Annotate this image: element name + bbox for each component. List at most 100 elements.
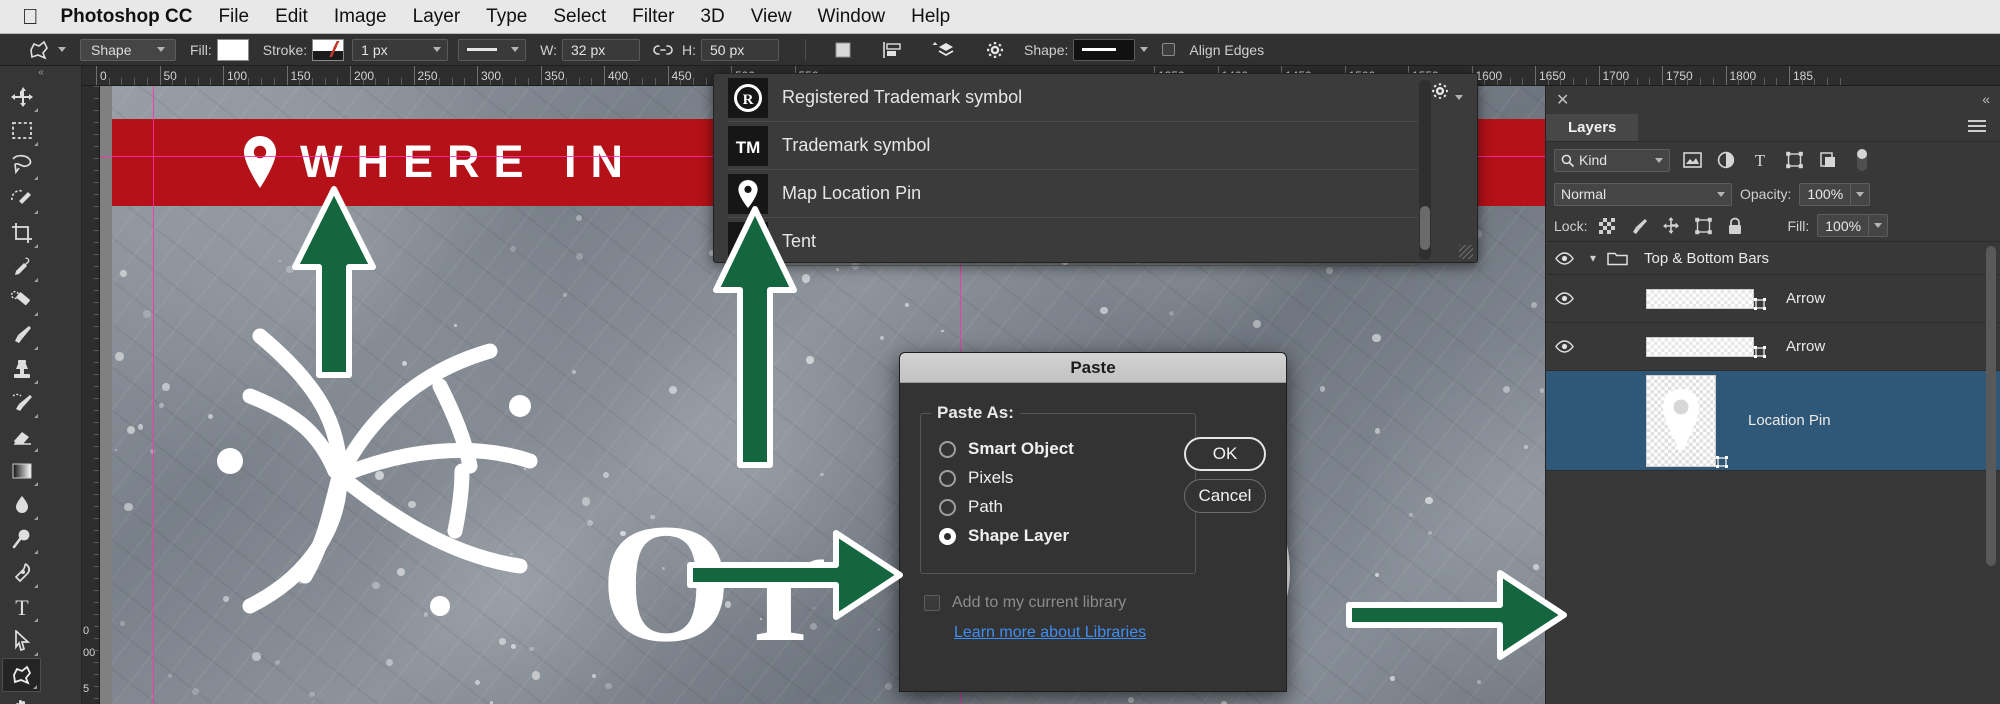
eraser-tool[interactable] — [2, 420, 41, 454]
horizontal-type-tool[interactable]: T — [2, 590, 41, 624]
stroke-swatch[interactable] — [312, 38, 345, 61]
move-tool[interactable] — [2, 80, 41, 114]
brush-tool[interactable] — [2, 318, 41, 352]
shape-filter-icon[interactable] — [1782, 149, 1806, 171]
tab-layers[interactable]: Layers — [1546, 114, 1639, 141]
spot-healing-brush-tool[interactable] — [2, 284, 41, 318]
collapse-panel-icon[interactable]: « — [1982, 91, 1990, 107]
panel-resize-grip[interactable] — [1459, 245, 1473, 259]
smart-object-radio[interactable] — [939, 440, 956, 458]
shape-item-tent[interactable]: Tent — [728, 218, 1418, 266]
panel-menu-icon[interactable] — [1968, 120, 1986, 135]
lock-artboard-icon[interactable] — [1691, 215, 1715, 237]
stroke-type-select[interactable] — [458, 38, 527, 61]
shape-mode-select[interactable]: Shape — [80, 38, 176, 61]
menu-edit[interactable]: Edit — [275, 6, 308, 28]
link-icon[interactable] — [650, 38, 676, 62]
radio-row-smart-object[interactable]: Smart Object — [939, 439, 1181, 459]
learn-more-about-libraries-link[interactable]: Learn more about Libraries — [954, 624, 1146, 642]
tools-panel-grip[interactable]: « — [0, 66, 81, 80]
fill-swatch[interactable] — [216, 38, 249, 61]
dodge-tool[interactable] — [2, 522, 41, 556]
shape-list[interactable]: R Registered Trademark symbol TM Tradema… — [728, 74, 1418, 267]
layer-visibility-toggle[interactable] — [1546, 251, 1582, 265]
table-row[interactable]: Arrow — [1546, 323, 2000, 371]
smart-object-filter-icon[interactable] — [1816, 149, 1840, 171]
layer-list[interactable]: ▾ Top & Bottom Bars Arrow Arrow Location… — [1546, 242, 2000, 660]
layer-visibility-toggle[interactable] — [1546, 340, 1582, 353]
custom-shape-tool-icon[interactable] — [24, 38, 54, 62]
gear-icon[interactable] — [1431, 82, 1463, 105]
lock-all-icon[interactable] — [1723, 215, 1747, 237]
add-to-library-checkbox[interactable] — [924, 595, 940, 611]
shape-preview-select[interactable] — [1073, 38, 1136, 61]
shape-layer-radio[interactable] — [939, 527, 956, 545]
group-expand-chevron-icon[interactable]: ▾ — [1582, 251, 1604, 265]
image-filter-icon[interactable] — [1680, 149, 1704, 171]
type-filter-icon[interactable]: T — [1748, 149, 1772, 171]
height-input[interactable]: 50 px — [701, 38, 779, 61]
shape-list-scroll-thumb[interactable] — [1420, 206, 1430, 250]
path-arrangement-icon[interactable] — [930, 38, 956, 62]
history-brush-tool[interactable] — [2, 386, 41, 420]
menu-layer[interactable]: Layer — [413, 6, 461, 28]
radio-row-pixels[interactable]: Pixels — [939, 468, 1181, 488]
shape-item-map-location-pin[interactable]: Map Location Pin — [728, 170, 1418, 218]
menu-select[interactable]: Select — [553, 6, 606, 28]
path-selection-tool[interactable] — [2, 624, 41, 658]
fill-field[interactable]: 100% — [1817, 214, 1889, 237]
table-row[interactable]: Location Pin — [1546, 371, 2000, 471]
eyedropper-tool[interactable] — [2, 250, 41, 284]
menu-window[interactable]: Window — [818, 6, 886, 28]
layer-visibility-toggle[interactable] — [1546, 292, 1582, 305]
layer-thumbnail[interactable] — [1646, 374, 1728, 468]
filter-toggle-switch[interactable] — [1850, 149, 1874, 171]
shape-item-registered-trademark[interactable]: R Registered Trademark symbol — [728, 74, 1418, 122]
add-to-library-row[interactable]: Add to my current library — [924, 594, 1266, 612]
layer-thumbnail[interactable] — [1646, 288, 1766, 310]
paste-dialog[interactable]: Paste Paste As: Smart Object Pixels Path — [899, 352, 1287, 692]
menu-type[interactable]: Type — [486, 6, 527, 28]
lock-transparent-pixels-icon[interactable] — [1595, 215, 1619, 237]
lasso-tool[interactable] — [2, 148, 41, 182]
adjustment-filter-icon[interactable] — [1714, 149, 1738, 171]
blend-mode-select[interactable]: Normal — [1554, 182, 1732, 206]
pen-tool[interactable] — [2, 556, 41, 590]
clone-stamp-tool[interactable] — [2, 352, 41, 386]
cancel-button[interactable]: Cancel — [1184, 479, 1266, 513]
radio-row-shape-layer[interactable]: Shape Layer — [939, 526, 1181, 546]
chevron-down-icon[interactable] — [1140, 47, 1149, 52]
pixels-radio[interactable] — [939, 469, 956, 487]
crop-tool[interactable] — [2, 216, 41, 250]
close-icon[interactable]: ✕ — [1556, 90, 1569, 110]
hand-tool[interactable] — [2, 692, 41, 704]
quick-selection-tool[interactable] — [2, 182, 41, 216]
custom-shape-picker-panel[interactable]: R Registered Trademark symbol TM Tradema… — [713, 73, 1478, 266]
lock-position-icon[interactable] — [1659, 215, 1683, 237]
tool-preset-caret-icon[interactable] — [58, 47, 66, 52]
layer-list-scrollbar[interactable] — [1986, 246, 1996, 566]
apple-icon[interactable]:  — [22, 5, 39, 28]
menu-app-name[interactable]: Photoshop CC — [61, 6, 193, 28]
table-row[interactable]: Arrow — [1546, 275, 2000, 323]
shape-item-trademark[interactable]: TM Trademark symbol — [728, 122, 1418, 170]
gradient-tool[interactable] — [2, 454, 41, 488]
radio-row-path[interactable]: Path — [939, 497, 1181, 517]
menu-file[interactable]: File — [218, 6, 249, 28]
shape-list-scrollbar[interactable] — [1419, 80, 1431, 260]
custom-shape-tool[interactable] — [2, 658, 41, 692]
menu-help[interactable]: Help — [911, 6, 950, 28]
menu-image[interactable]: Image — [334, 6, 387, 28]
layer-thumbnail[interactable] — [1646, 336, 1766, 358]
blur-tool[interactable] — [2, 488, 41, 522]
gear-icon[interactable] — [982, 38, 1008, 62]
menu-3d[interactable]: 3D — [700, 6, 724, 28]
table-row[interactable]: ▾ Top & Bottom Bars — [1546, 242, 2000, 275]
width-input[interactable]: 32 px — [562, 38, 640, 61]
rectangular-marquee-tool[interactable] — [2, 114, 41, 148]
ok-button[interactable]: OK — [1184, 437, 1266, 471]
vertical-ruler[interactable]: 0 00 5 — [82, 86, 100, 704]
menu-filter[interactable]: Filter — [632, 6, 674, 28]
stroke-width-select[interactable]: 1 px — [352, 38, 449, 61]
align-edges-checkbox[interactable] — [1162, 43, 1176, 56]
